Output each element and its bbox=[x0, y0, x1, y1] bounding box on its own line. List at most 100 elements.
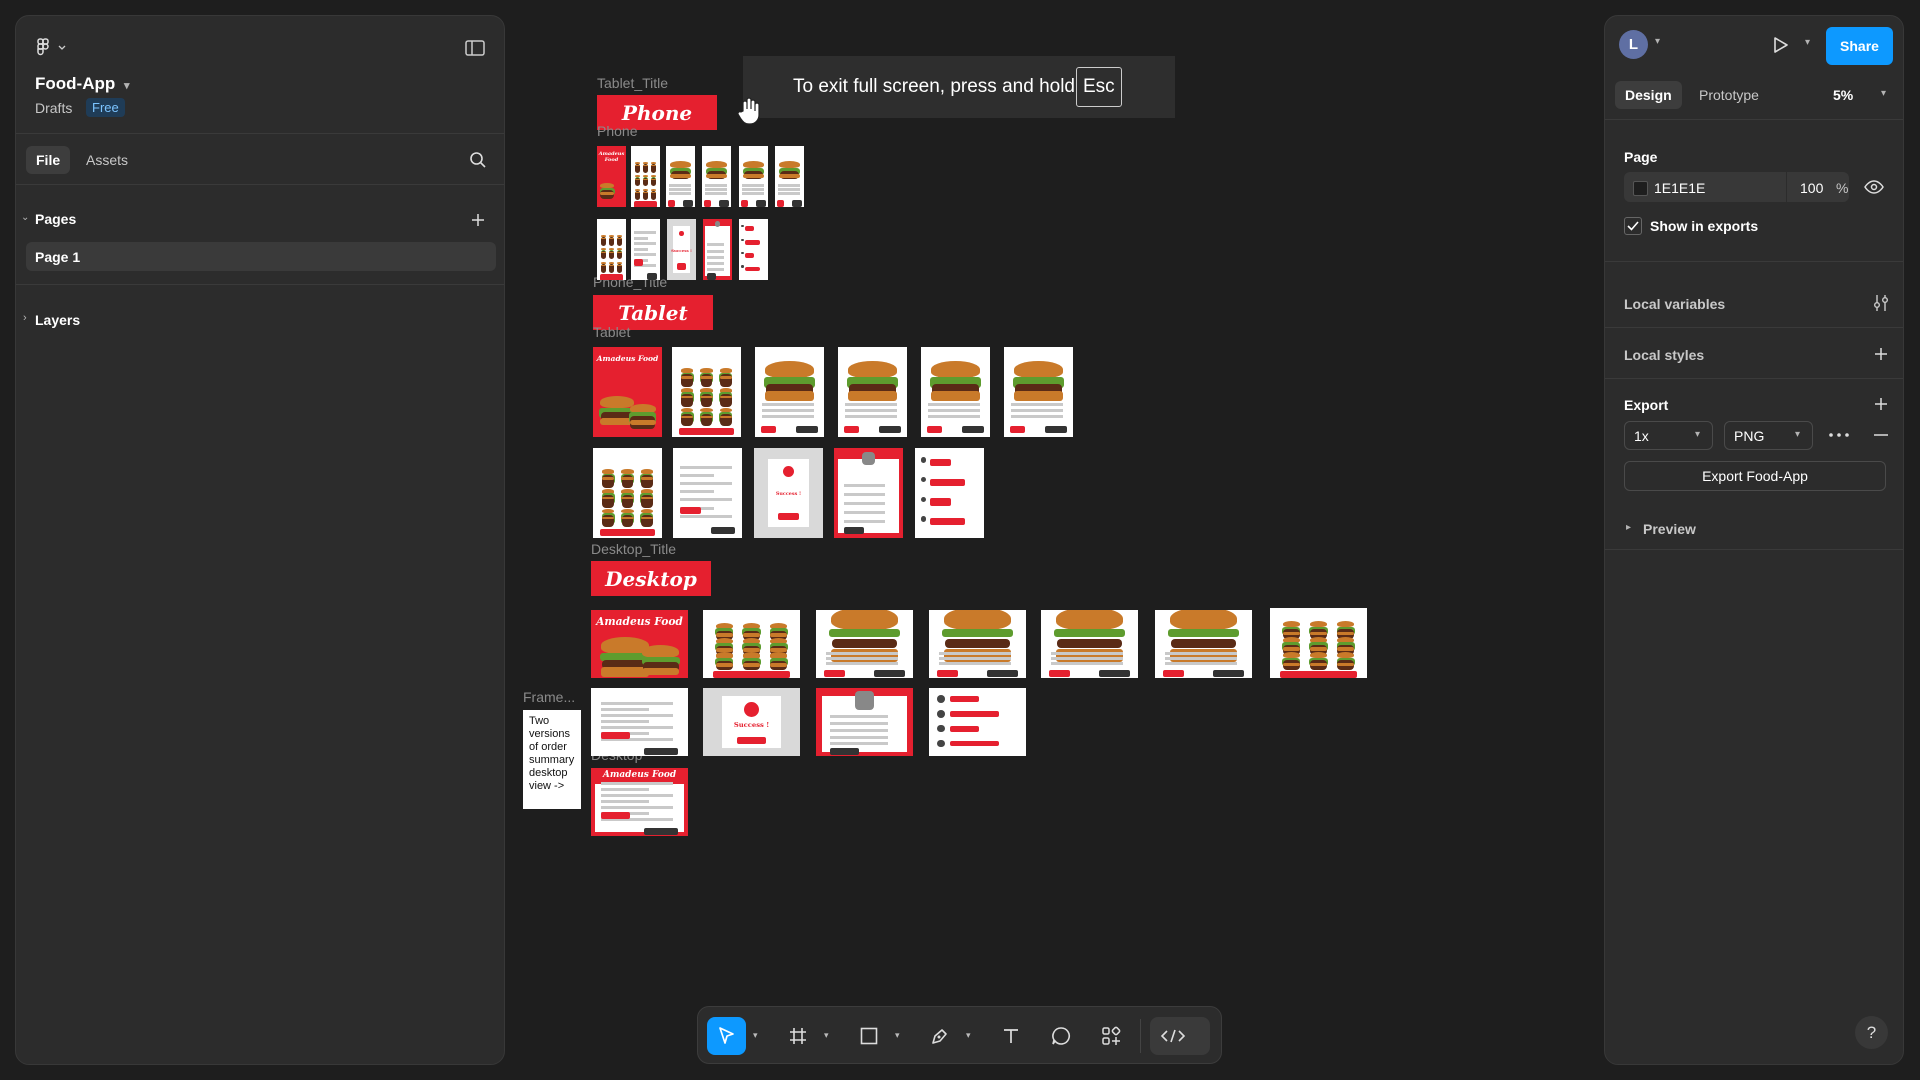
actions-tool[interactable] bbox=[1091, 1017, 1130, 1055]
design-frame-thumbnail[interactable]: Success ! bbox=[754, 448, 823, 538]
design-frame-thumbnail[interactable]: Amadeus Food bbox=[591, 768, 688, 836]
share-button[interactable]: Share bbox=[1826, 27, 1893, 65]
move-tool[interactable] bbox=[707, 1017, 746, 1055]
chevron-down-icon[interactable]: ⌄ bbox=[21, 212, 29, 223]
design-frame-thumbnail[interactable] bbox=[631, 146, 660, 207]
toggle-ui-panel-icon[interactable] bbox=[461, 35, 489, 61]
design-frame-thumbnail[interactable] bbox=[597, 219, 626, 280]
design-frame-thumbnail[interactable] bbox=[702, 146, 731, 207]
more-options-icon[interactable] bbox=[1828, 426, 1850, 444]
design-frame-thumbnail[interactable]: Amadeus Food bbox=[591, 610, 688, 678]
text-line bbox=[927, 409, 980, 413]
design-frame-thumbnail[interactable] bbox=[915, 448, 984, 538]
tab-prototype[interactable]: Prototype bbox=[1699, 87, 1759, 103]
chevron-right-icon[interactable]: › bbox=[23, 312, 27, 324]
design-frame-thumbnail[interactable]: Amadeus Food bbox=[593, 347, 662, 437]
burger-bun-bottom bbox=[651, 192, 657, 194]
burger-bun-bottom bbox=[1336, 662, 1355, 667]
design-frame-thumbnail[interactable] bbox=[816, 610, 913, 678]
help-button[interactable]: ? bbox=[1855, 1016, 1888, 1049]
pen-tool[interactable] bbox=[920, 1017, 959, 1055]
design-frame-thumbnail[interactable] bbox=[1004, 347, 1073, 437]
plan-badge[interactable]: Free bbox=[86, 98, 125, 117]
text-tool[interactable] bbox=[991, 1017, 1030, 1055]
fill-hex-input[interactable]: 1E1E1E bbox=[1654, 180, 1705, 196]
frame-label-tablet-title[interactable]: Tablet_Title bbox=[597, 75, 668, 91]
design-frame-thumbnail[interactable] bbox=[929, 610, 1026, 678]
figma-menu-button[interactable] bbox=[35, 35, 71, 61]
chevron-down-icon[interactable]: ▾ bbox=[966, 1030, 971, 1041]
frame-label-phone[interactable]: Phone bbox=[597, 123, 637, 139]
design-frame-thumbnail[interactable] bbox=[673, 448, 742, 538]
export-scale-select[interactable]: 1x ▾ bbox=[1624, 421, 1713, 450]
comment-tool[interactable] bbox=[1041, 1017, 1080, 1055]
preview-toggle[interactable]: Preview bbox=[1643, 521, 1696, 537]
chat-bubble bbox=[745, 266, 760, 272]
design-frame-thumbnail[interactable] bbox=[1270, 608, 1367, 678]
plus-icon[interactable] bbox=[1871, 394, 1891, 414]
design-frame-thumbnail[interactable] bbox=[838, 347, 907, 437]
burger-bun-bottom bbox=[621, 477, 634, 480]
chevron-down-icon[interactable]: ▾ bbox=[895, 1030, 900, 1041]
design-frame-thumbnail[interactable] bbox=[1155, 610, 1252, 678]
design-frame-thumbnail[interactable] bbox=[593, 448, 662, 538]
chevron-down-icon[interactable]: ▾ bbox=[824, 1030, 829, 1041]
design-frame-thumbnail[interactable]: Success ! bbox=[667, 219, 696, 280]
tab-assets[interactable]: Assets bbox=[76, 146, 138, 174]
design-frame-thumbnail[interactable] bbox=[666, 146, 695, 207]
design-frame-thumbnail[interactable]: Success ! bbox=[703, 688, 800, 756]
frame-label-frame[interactable]: Frame... bbox=[523, 689, 575, 705]
design-frame-thumbnail[interactable] bbox=[591, 688, 688, 756]
chevron-down-icon[interactable]: ▾ bbox=[1881, 88, 1886, 99]
search-icon[interactable] bbox=[464, 146, 492, 174]
dev-mode-toggle[interactable] bbox=[1150, 1017, 1210, 1055]
shape-tool[interactable] bbox=[849, 1017, 888, 1055]
caret-right-icon[interactable]: ▸ bbox=[1626, 522, 1631, 533]
file-name-menu[interactable]: Food-App ▾ bbox=[35, 74, 130, 94]
design-frame-thumbnail[interactable] bbox=[703, 610, 800, 678]
desktop-title-banner[interactable]: Desktop bbox=[591, 561, 711, 596]
design-frame-thumbnail[interactable] bbox=[703, 219, 732, 280]
show-in-exports-checkbox[interactable] bbox=[1624, 217, 1642, 235]
design-frame-thumbnail[interactable] bbox=[631, 219, 660, 280]
order-button bbox=[756, 199, 766, 207]
burger-bun-top bbox=[642, 645, 680, 658]
color-swatch[interactable] bbox=[1633, 181, 1648, 196]
design-frame-thumbnail[interactable] bbox=[739, 146, 768, 207]
sliders-icon[interactable] bbox=[1871, 293, 1891, 313]
page-item[interactable]: Page 1 bbox=[26, 242, 496, 271]
design-frame-thumbnail[interactable]: Amadeus Food bbox=[597, 146, 626, 207]
design-frame-thumbnail[interactable] bbox=[1041, 610, 1138, 678]
design-frame-thumbnail[interactable] bbox=[816, 688, 913, 756]
tab-file[interactable]: File bbox=[26, 146, 71, 174]
design-frame-thumbnail[interactable] bbox=[834, 448, 903, 538]
frame-label-desktop-title[interactable]: Desktop_Title bbox=[591, 541, 676, 557]
export-button[interactable]: Export Food-App bbox=[1624, 461, 1886, 491]
pages-heading[interactable]: Pages bbox=[35, 211, 76, 227]
note-card[interactable]: Two versions of order summary desktop vi… bbox=[523, 710, 581, 809]
chevron-down-icon[interactable]: ▾ bbox=[1805, 37, 1810, 48]
design-frame-thumbnail[interactable] bbox=[775, 146, 804, 207]
project-location[interactable]: Drafts bbox=[35, 100, 72, 116]
frame-label-tablet[interactable]: Tablet bbox=[593, 324, 630, 340]
design-frame-thumbnail[interactable] bbox=[672, 347, 741, 437]
tab-design[interactable]: Design bbox=[1615, 81, 1682, 109]
chevron-down-icon[interactable]: ▾ bbox=[753, 1030, 758, 1041]
add-page-button[interactable] bbox=[466, 208, 490, 232]
eye-icon[interactable] bbox=[1861, 176, 1887, 198]
zoom-level[interactable]: 5% bbox=[1833, 87, 1853, 103]
design-frame-thumbnail[interactable] bbox=[755, 347, 824, 437]
export-format-select[interactable]: PNG ▾ bbox=[1724, 421, 1813, 450]
fill-opacity-input[interactable]: 100 bbox=[1800, 180, 1823, 196]
design-frame-thumbnail[interactable] bbox=[929, 688, 1026, 756]
avatar[interactable]: L bbox=[1619, 30, 1648, 59]
frame-tool[interactable] bbox=[778, 1017, 817, 1055]
chevron-down-icon[interactable]: ▾ bbox=[1655, 36, 1660, 47]
present-play-icon[interactable] bbox=[1768, 32, 1794, 58]
design-frame-thumbnail[interactable] bbox=[921, 347, 990, 437]
minus-icon[interactable] bbox=[1871, 426, 1891, 444]
layers-heading[interactable]: Layers bbox=[35, 312, 80, 328]
plus-icon[interactable] bbox=[1871, 344, 1891, 364]
design-frame-thumbnail[interactable] bbox=[739, 219, 768, 280]
page-background-fill[interactable]: 1E1E1E 100 % bbox=[1624, 172, 1849, 202]
